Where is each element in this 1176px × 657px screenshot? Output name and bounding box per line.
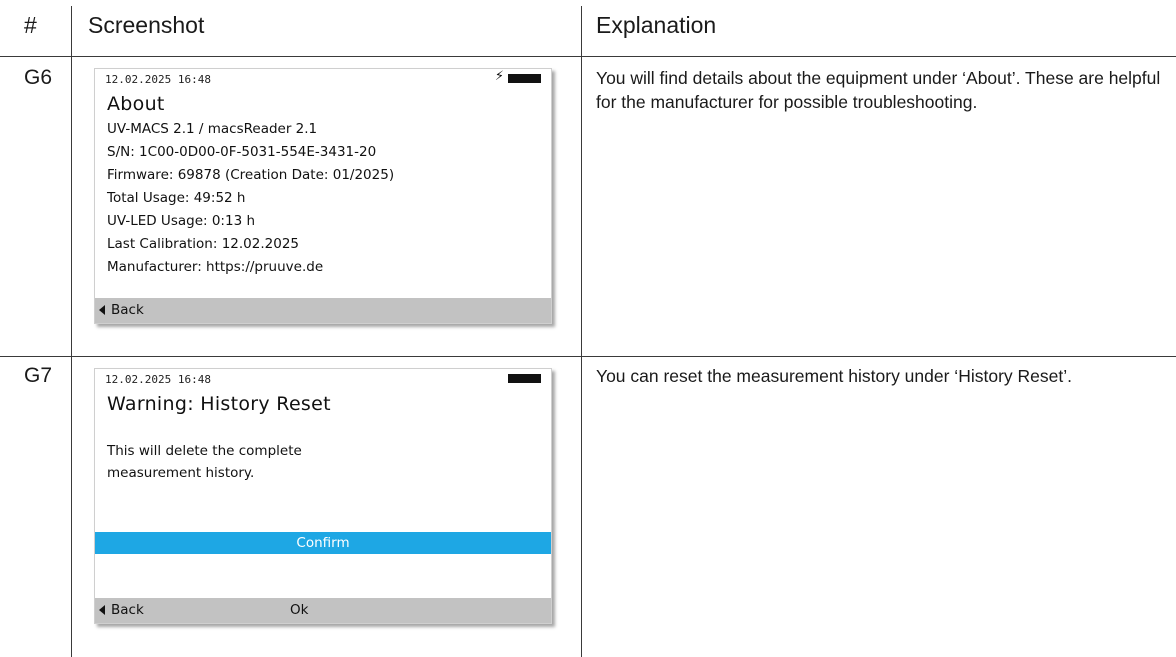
info-manufacturer: Manufacturer: https://pruuve.de	[107, 259, 324, 275]
back-arrow-icon	[99, 605, 105, 615]
back-label: Back	[111, 302, 144, 318]
battery-icon	[508, 374, 541, 383]
softkey-bar: Back	[95, 298, 551, 323]
device-screen-about: 12.02.2025 16:48 ⚡︎ About UV-MACS 2.1 / …	[94, 68, 552, 324]
warning-message-line-2: measurement history.	[107, 465, 255, 481]
info-firmware: Firmware: 69878 (Creation Date: 01/2025)	[107, 167, 395, 183]
info-serial: S/N: 1C00-0D00-0F-5031-554E-3431-20	[107, 144, 377, 160]
info-uvled-usage: UV-LED Usage: 0:13 h	[107, 213, 255, 229]
datetime: 12.02.2025 16:48	[105, 73, 211, 86]
info-model: UV-MACS 2.1 / macsReader 2.1	[107, 121, 318, 137]
header-hash: #	[24, 12, 37, 38]
charging-icon: ⚡︎	[494, 69, 504, 84]
info-total-usage: Total Usage: 49:52 h	[107, 190, 246, 206]
header-screenshot: Screenshot	[88, 12, 205, 38]
softkey-bar: Back Ok	[95, 598, 551, 623]
back-arrow-icon	[99, 305, 105, 315]
header-explanation: Explanation	[596, 12, 717, 38]
datetime: 12.02.2025 16:48	[105, 373, 211, 386]
screen-title: Warning: History Reset	[107, 393, 331, 415]
column-divider-2	[581, 6, 582, 657]
row-id-g7: G7	[24, 364, 53, 387]
explanation-g6: You will find details about the equipmen…	[596, 68, 1161, 112]
screen-title: About	[107, 93, 165, 115]
back-label: Back	[111, 602, 144, 618]
battery-icon	[508, 74, 541, 83]
ok-button[interactable]: Ok	[290, 602, 308, 618]
confirm-option[interactable]: Confirm	[95, 532, 551, 554]
info-last-calibration: Last Calibration: 12.02.2025	[107, 236, 299, 252]
back-button[interactable]: Back	[99, 602, 144, 618]
header-divider	[0, 56, 1176, 57]
device-screen-history-reset: 12.02.2025 16:48 Warning: History Reset …	[94, 368, 552, 624]
explanation-g7: You can reset the measurement history un…	[596, 366, 1072, 386]
column-divider-1	[71, 6, 72, 657]
back-button[interactable]: Back	[99, 302, 144, 318]
warning-message-line-1: This will delete the complete	[107, 443, 302, 459]
row-divider	[0, 356, 1176, 357]
row-id-g6: G6	[24, 66, 53, 89]
